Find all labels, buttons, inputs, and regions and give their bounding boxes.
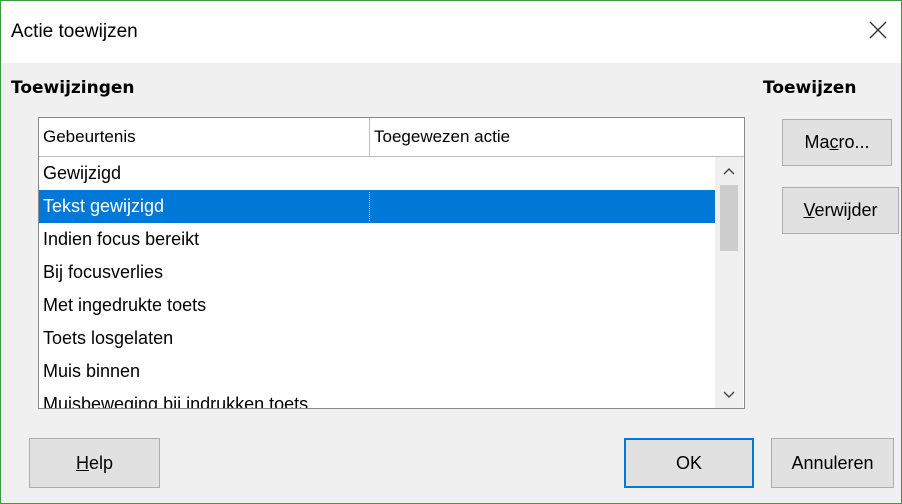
dialog-body: Toewijzingen Toewijzen Gebeurtenis Toege… (1, 63, 901, 503)
event-label: Muis binnen (43, 361, 141, 381)
assignments-label: Toewijzingen (11, 78, 135, 98)
chevron-up-icon[interactable] (715, 161, 743, 183)
remove-button[interactable]: Verwijder (782, 187, 899, 234)
event-label: Toets losgelaten (43, 328, 174, 348)
macro-label-part: ro... (838, 132, 870, 152)
macro-label-part: Ma (804, 132, 830, 152)
event-label: Met ingedrukte toets (43, 295, 207, 315)
close-icon[interactable] (863, 15, 893, 45)
event-label: Indien focus bereikt (43, 229, 200, 249)
list-item[interactable]: Gewijzigd (39, 157, 715, 190)
list-rows: Gewijzigd Tekst gewijzigd Indien focus b… (39, 157, 715, 409)
ok-button[interactable]: OK (624, 438, 754, 488)
cancel-button[interactable]: Annuleren (771, 438, 894, 488)
dialog-title: Actie toewijzen (11, 21, 138, 42)
events-list[interactable]: Gebeurtenis Toegewezen actie Gewijzigd T… (38, 117, 745, 409)
macro-button[interactable]: Macro... (782, 119, 892, 166)
list-item-selected[interactable]: Tekst gewijzigd (39, 190, 715, 223)
help-label-part: elp (88, 453, 114, 473)
column-header-event[interactable]: Gebeurtenis (39, 118, 136, 156)
help-button[interactable]: Help (29, 438, 160, 488)
list-item[interactable]: Muis binnen (39, 355, 715, 388)
remove-accelerator: V (803, 200, 815, 220)
cell-divider (369, 192, 370, 221)
assign-label: Toewijzen (763, 78, 857, 98)
column-header-action[interactable]: Toegewezen actie (370, 118, 510, 156)
help-accelerator: H (75, 453, 89, 473)
vertical-scrollbar[interactable] (715, 157, 743, 408)
scrollbar-thumb[interactable] (720, 185, 738, 251)
list-item[interactable]: Bij focusverlies (39, 256, 715, 289)
macro-accelerator: c (829, 132, 839, 152)
event-label: Gewijzigd (43, 163, 122, 183)
list-item[interactable]: Met ingedrukte toets (39, 289, 715, 322)
remove-label-part: erwijder (814, 200, 878, 220)
list-header: Gebeurtenis Toegewezen actie (39, 118, 744, 157)
chevron-down-icon[interactable] (715, 385, 743, 407)
event-label: Muisbeweging bij indrukken toets (43, 394, 309, 409)
event-label: Bij focusverlies (43, 262, 164, 282)
list-item[interactable]: Muisbeweging bij indrukken toets (39, 388, 715, 409)
list-item[interactable]: Toets losgelaten (39, 322, 715, 355)
event-label: Tekst gewijzigd (43, 196, 165, 216)
list-item[interactable]: Indien focus bereikt (39, 223, 715, 256)
dialog-window: Actie toewijzen Toewijzingen Toewijzen G… (0, 0, 902, 504)
title-bar: Actie toewijzen (1, 1, 901, 63)
